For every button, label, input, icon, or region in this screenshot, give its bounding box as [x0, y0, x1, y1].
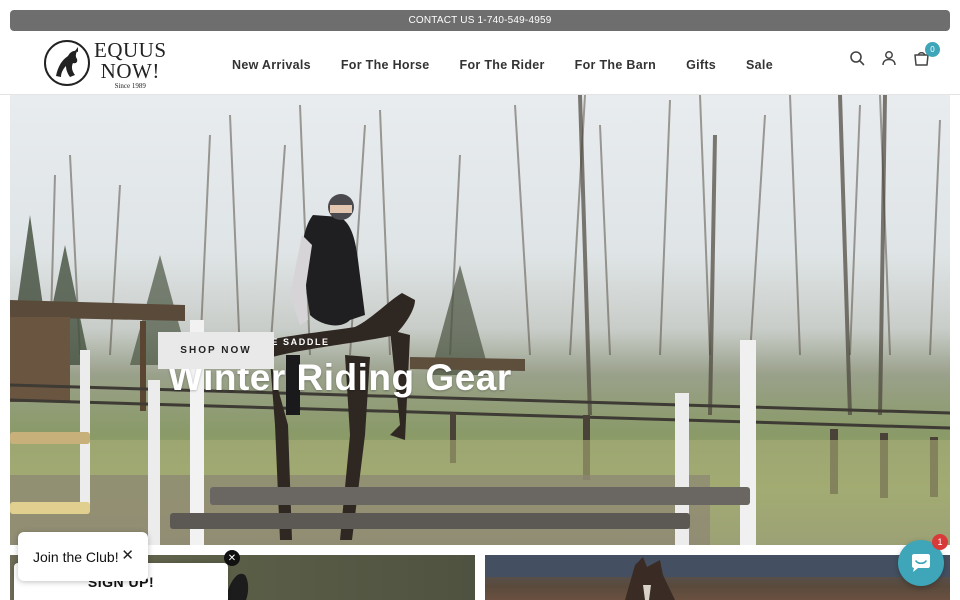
shop-now-button[interactable]: SHOP NOW	[158, 332, 274, 369]
close-icon[interactable]: ✕	[121, 548, 134, 563]
hero-banner[interactable]: STAY WARM IN THE SADDLE Winter Riding Ge…	[10, 95, 950, 545]
horse-logo-icon	[44, 40, 90, 86]
chat-icon	[912, 554, 930, 572]
join-club-popup[interactable]: Join the Club! ✕	[18, 532, 148, 581]
cart-count-badge: 0	[925, 42, 940, 57]
logo-wordmark: EQUUS NOW! Since 1989	[94, 38, 167, 91]
signup-close-button[interactable]: ✕	[224, 550, 240, 566]
nav-for-the-barn[interactable]: For The Barn	[560, 58, 671, 72]
join-club-text: Join the Club!	[33, 548, 119, 565]
nav-sale[interactable]: Sale	[731, 58, 788, 72]
logo-line-3: Since 1989	[114, 82, 146, 90]
site-header: EQUUS NOW! Since 1989 New Arrivals For T…	[0, 31, 960, 95]
chat-notification-badge: 1	[932, 534, 948, 550]
cart-button[interactable]: 0	[912, 42, 940, 67]
header-icons: 0	[848, 42, 940, 67]
nav-gifts[interactable]: Gifts	[671, 58, 731, 72]
nav-new-arrivals[interactable]: New Arrivals	[217, 58, 326, 72]
search-button[interactable]	[848, 49, 866, 67]
account-button[interactable]	[880, 49, 898, 67]
main-nav: New Arrivals For The Horse For The Rider…	[217, 58, 788, 72]
user-icon	[882, 51, 896, 66]
announcement-text[interactable]: CONTACT US 1-740-549-4959	[408, 15, 551, 26]
nav-for-the-rider[interactable]: For The Rider	[445, 58, 560, 72]
logo-line-2: NOW!	[100, 59, 160, 83]
search-icon	[850, 51, 865, 66]
nav-for-the-horse[interactable]: For The Horse	[326, 58, 445, 72]
tile-image-right	[485, 555, 950, 600]
page: CONTACT US 1-740-549-4959 EQUUS NOW! Sin…	[0, 0, 960, 600]
hero-image	[10, 95, 950, 545]
collection-tile-right[interactable]	[485, 555, 950, 600]
logo-line-1: EQUUS	[94, 38, 167, 62]
announcement-bar[interactable]: CONTACT US 1-740-549-4959	[10, 10, 950, 31]
logo[interactable]: EQUUS NOW! Since 1989	[42, 38, 177, 91]
